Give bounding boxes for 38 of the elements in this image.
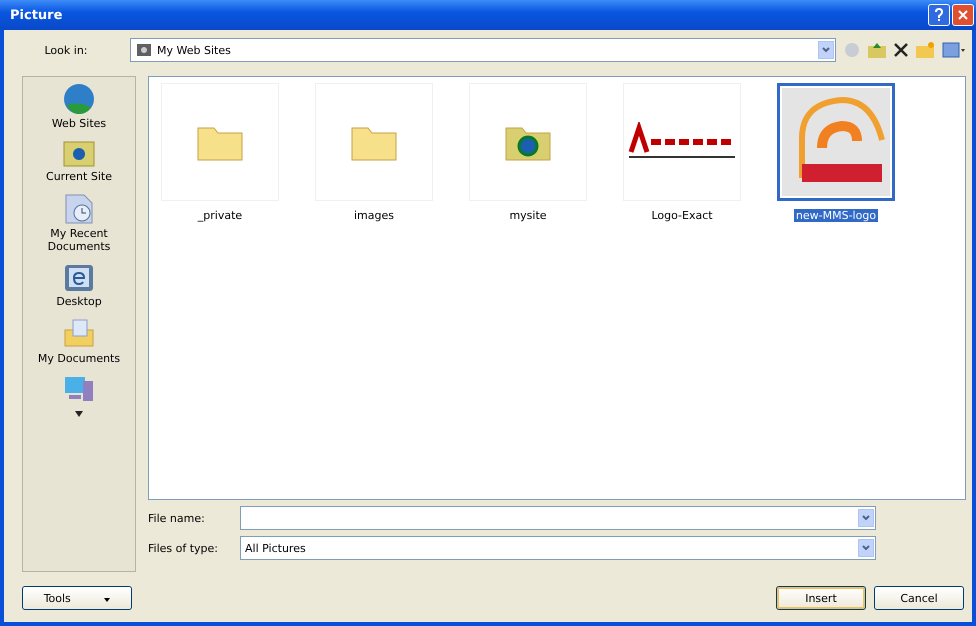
close-button[interactable] [952,4,974,26]
web-folder-icon [63,140,95,168]
chevron-down-icon [822,46,830,52]
look-in-dropdown[interactable]: My Web Sites [130,38,836,62]
globe-icon [63,83,95,115]
delete-icon[interactable] [894,43,908,57]
places-item[interactable]: Current Site [29,138,129,185]
places-item[interactable]: My Recent Documents [29,191,129,255]
desktop-icon [63,263,95,293]
file-name-field[interactable] [240,506,876,530]
help-button[interactable] [928,4,950,26]
views-icon[interactable] [942,42,966,58]
dropdown-button[interactable] [858,539,874,557]
caret-icon [104,598,110,602]
look-in-label: Look in: [44,44,88,56]
up-folder-icon[interactable] [868,42,886,58]
insert-button[interactable]: Insert [776,586,866,610]
places-item[interactable]: My Documents [29,316,129,367]
file-type-label: Files of type: [148,542,220,554]
file-type-value: All Pictures [245,542,306,554]
dropdown-button[interactable] [818,41,834,59]
file-name-label: File name: [148,512,206,524]
tools-button[interactable]: Tools [22,586,132,610]
web-folder-icon [137,44,151,56]
cancel-button[interactable]: Cancel [874,586,964,610]
chevron-down-icon [862,514,870,520]
scroll-down-icon[interactable] [75,411,83,417]
file-type-dropdown[interactable]: All Pictures [240,536,876,560]
computer-icon [63,375,95,403]
document-clock-icon [64,193,94,225]
question-icon [934,8,944,22]
close-icon [958,10,968,20]
window-title: Picture [10,8,62,22]
places-item[interactable]: Web Sites [29,81,129,132]
dropdown-button[interactable] [858,509,874,527]
look-in-value: My Web Sites [157,44,231,56]
places-item[interactable]: Desktop [29,261,129,310]
chevron-down-icon [862,544,870,550]
